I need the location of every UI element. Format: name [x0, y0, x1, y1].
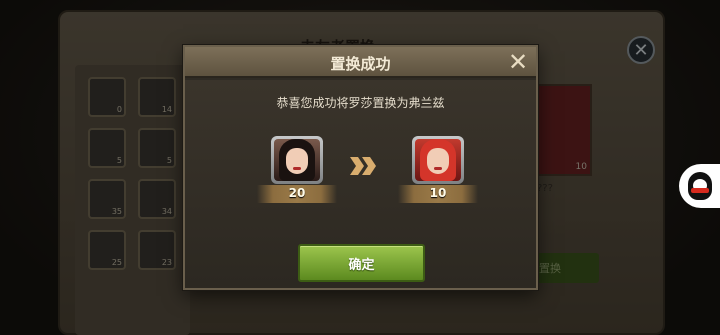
hero-portrait-rosa: [274, 139, 320, 181]
double-chevron-right-icon: [350, 157, 376, 175]
success-message: 恭喜您成功将罗莎置换为弗兰兹: [276, 96, 445, 110]
hero-portrait-franz: [415, 139, 461, 181]
qq-float-icon[interactable]: [679, 164, 720, 208]
dialog-title: 置换成功: [330, 55, 391, 73]
hero-count: 10: [429, 186, 447, 200]
hero-portrait-frame: [271, 136, 323, 184]
qq-penguin-icon: [687, 172, 712, 200]
confirm-button[interactable]: 确定: [298, 244, 425, 282]
dialog-body: 恭喜您成功将罗莎置换为弗兰兹 20 10 确定: [185, 80, 536, 288]
to-hero: 10: [398, 136, 478, 216]
hero-portrait-frame: [412, 136, 464, 184]
hero-count: 20: [288, 186, 306, 200]
from-hero: 20: [257, 136, 337, 216]
close-icon[interactable]: ✕: [506, 50, 530, 74]
swap-success-dialog: 置换成功 ✕ 恭喜您成功将罗莎置换为弗兰兹 20 10 确定: [183, 45, 538, 290]
dialog-header: 置换成功 ✕: [185, 47, 536, 78]
